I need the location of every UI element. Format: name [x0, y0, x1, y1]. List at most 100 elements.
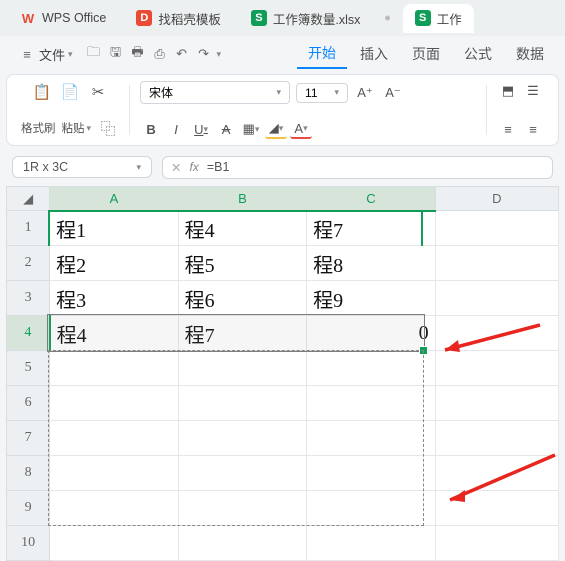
menu-page[interactable]: 页面	[401, 40, 451, 68]
row-header[interactable]: 1	[7, 211, 50, 246]
cell[interactable]	[435, 316, 558, 351]
tab-wps[interactable]: W WPS Office	[8, 5, 118, 31]
bold-button[interactable]: B	[140, 119, 162, 139]
font-color-button[interactable]: A▾	[290, 119, 312, 139]
active-selection	[48, 315, 424, 351]
col-header-a[interactable]: A	[50, 187, 178, 211]
window-tabs: W WPS Office D 找稻壳模板 S 工作簿数量.xlsx • S 工作	[0, 0, 565, 36]
wps-logo-icon: W	[20, 10, 36, 26]
col-header-b[interactable]: B	[178, 187, 306, 211]
cell[interactable]: 程7	[307, 211, 435, 246]
font-size-select[interactable]: 11▾	[296, 83, 348, 103]
chevron-down-icon: ▾	[136, 162, 141, 173]
fill-color-button[interactable]: ◢▾	[265, 119, 287, 139]
font-grow-icon[interactable]: A⁺	[354, 83, 376, 103]
cell[interactable]	[178, 526, 306, 561]
cell[interactable]	[435, 281, 558, 316]
row-header[interactable]: 10	[7, 526, 50, 561]
paste-button[interactable]: 粘贴▾	[62, 120, 92, 136]
fx-icon[interactable]: fx	[189, 160, 198, 174]
font-name-select[interactable]: 宋体▾	[140, 81, 290, 104]
undo-icon[interactable]: ↶	[173, 45, 191, 63]
file-menu-label: 文件	[39, 45, 65, 64]
align-left-icon[interactable]: ≡	[497, 119, 519, 139]
cell[interactable]: 程5	[178, 246, 306, 281]
chevron-down-icon[interactable]: ▾	[217, 49, 222, 60]
strikethrough-button[interactable]: A	[215, 119, 237, 139]
cell[interactable]	[435, 456, 558, 491]
cell[interactable]: 程2	[50, 246, 178, 281]
row-header[interactable]: 3	[7, 281, 50, 316]
align-top-icon[interactable]: ⬒	[497, 81, 519, 101]
chevron-down-icon: ▾	[277, 87, 282, 98]
file-menu[interactable]: ≡ 文件 ▾	[10, 41, 81, 68]
ribbon: 📋 📄 ✂ 格式刷 粘贴▾ ⿻ 宋体▾ 11▾ A⁺ A⁻ B I U▾ A ▦…	[6, 74, 559, 146]
tab-label: 工作簿数量.xlsx	[273, 9, 361, 28]
row-header[interactable]: 5	[7, 351, 50, 386]
underline-button[interactable]: U▾	[190, 119, 212, 139]
cell[interactable]	[435, 386, 558, 421]
cell[interactable]	[50, 526, 178, 561]
cell[interactable]: 程6	[178, 281, 306, 316]
font-shrink-icon[interactable]: A⁻	[382, 83, 404, 103]
spreadsheet-icon: S	[251, 10, 267, 26]
print-icon[interactable]: 🖶	[129, 45, 147, 63]
format-painter-icon[interactable]: 📋	[31, 81, 53, 103]
menu-formula[interactable]: 公式	[453, 40, 503, 68]
select-all-corner[interactable]: ◢	[7, 187, 50, 211]
align-middle-icon[interactable]: ☰	[522, 81, 544, 101]
align-center-icon[interactable]: ≡	[522, 119, 544, 139]
format-painter-button[interactable]: 格式刷	[21, 120, 56, 136]
cell[interactable]	[435, 246, 558, 281]
cell[interactable]	[435, 421, 558, 456]
menu-icon: ≡	[18, 45, 36, 63]
tab-label: 工作	[437, 9, 462, 28]
cell[interactable]: 程4	[178, 211, 306, 246]
cell[interactable]: 程9	[307, 281, 435, 316]
cell[interactable]: 程3	[50, 281, 178, 316]
cell[interactable]	[435, 351, 558, 386]
fill-preview-marquee	[48, 350, 424, 526]
tab-label: 找稻壳模板	[158, 9, 221, 28]
row-header[interactable]: 4	[7, 316, 50, 351]
spreadsheet-icon: S	[415, 10, 431, 26]
cell[interactable]	[435, 526, 558, 561]
preview-icon[interactable]: ⎙	[151, 45, 169, 63]
tab-modified-dot: •	[378, 8, 396, 29]
row-header[interactable]: 7	[7, 421, 50, 456]
docer-icon: D	[136, 10, 152, 26]
redo-icon[interactable]: ↷	[195, 45, 213, 63]
column-headers: ◢ A B C D	[7, 187, 559, 211]
col-header-d[interactable]: D	[435, 187, 558, 211]
formula-bar: 1R x 3C ▾ ✕ fx =B1	[0, 150, 565, 184]
cell[interactable]	[435, 211, 558, 246]
chevron-down-icon: ▾	[335, 87, 340, 98]
cell[interactable]: 程1	[50, 211, 178, 246]
row-header[interactable]: 2	[7, 246, 50, 281]
tab-label: WPS Office	[42, 11, 106, 25]
save-icon[interactable]: 🖫	[107, 45, 125, 63]
name-box[interactable]: 1R x 3C ▾	[12, 156, 152, 178]
tab-docer[interactable]: D 找稻壳模板	[124, 4, 233, 33]
italic-button[interactable]: I	[165, 119, 187, 139]
row-header[interactable]: 8	[7, 456, 50, 491]
menu-start[interactable]: 开始	[297, 39, 347, 69]
folder-icon[interactable]: 🗀	[85, 45, 103, 63]
formula-input[interactable]: ✕ fx =B1	[162, 156, 553, 179]
cell[interactable]	[307, 526, 435, 561]
cut-icon[interactable]: ✂	[87, 81, 109, 103]
tab-workbook-2[interactable]: S 工作	[403, 4, 474, 33]
paste-icon[interactable]: 📄	[59, 81, 81, 103]
spreadsheet-grid[interactable]: ◢ A B C D 1 程1 程4 程7 2 程2 程5 程8 3 程3 程6 …	[6, 186, 559, 561]
menu-insert[interactable]: 插入	[349, 40, 399, 68]
cell[interactable]	[435, 491, 558, 526]
row-header[interactable]: 6	[7, 386, 50, 421]
copy-icon[interactable]: ⿻	[97, 117, 119, 139]
row-header[interactable]: 9	[7, 491, 50, 526]
col-header-c[interactable]: C	[307, 187, 435, 211]
menu-data[interactable]: 数据	[505, 40, 555, 68]
tab-workbook-1[interactable]: S 工作簿数量.xlsx	[239, 4, 373, 33]
cancel-icon[interactable]: ✕	[171, 160, 181, 175]
cell[interactable]: 程8	[307, 246, 435, 281]
border-button[interactable]: ▦▾	[240, 119, 262, 139]
